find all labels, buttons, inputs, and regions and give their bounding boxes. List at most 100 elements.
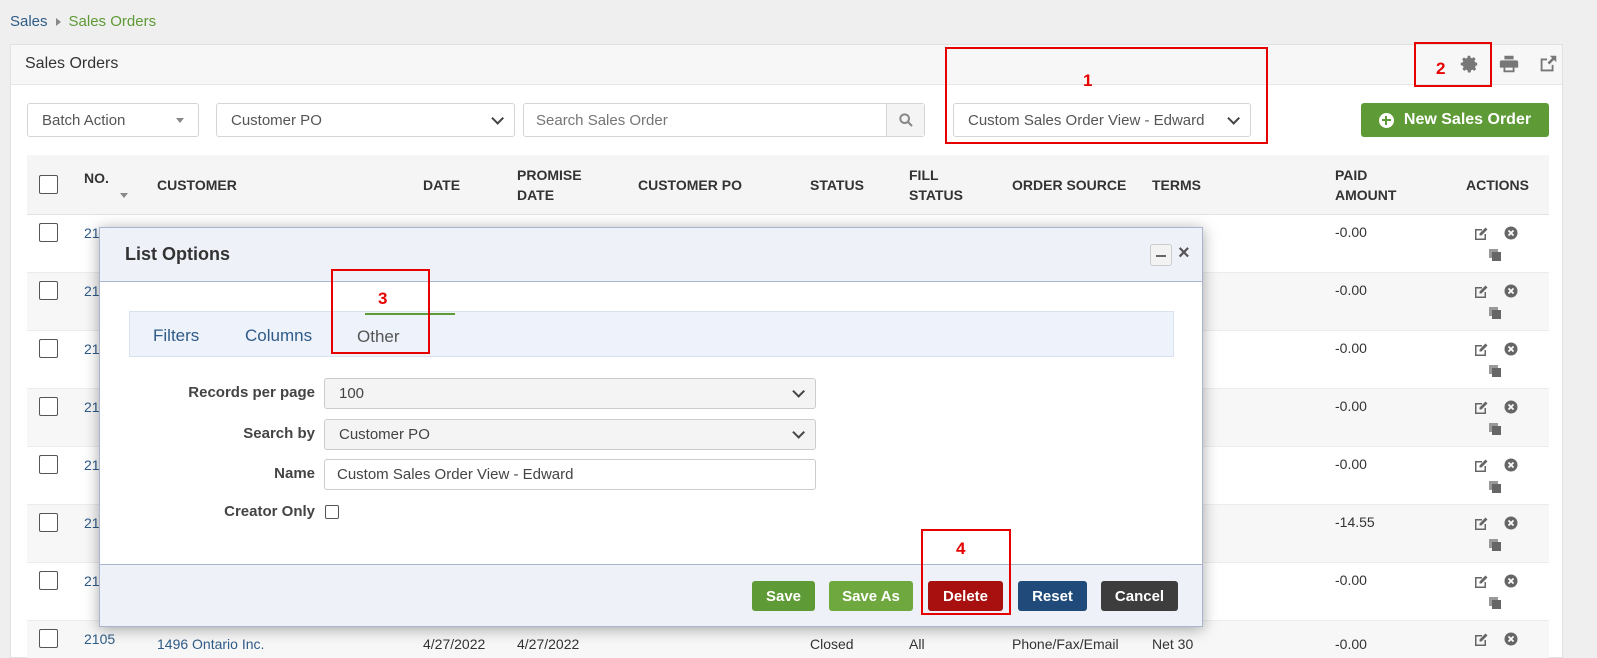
row-checkbox[interactable] [39,339,58,358]
row-checkbox[interactable] [39,281,58,300]
order-number-link[interactable]: 21 [84,341,100,357]
paid-amount: -0.00 [1335,456,1367,472]
chevron-down-icon [491,111,504,125]
paid-amount: -0.00 [1335,398,1367,414]
search-by-field-select[interactable]: Customer PO [324,419,816,450]
row-checkbox[interactable] [39,397,58,416]
header-order-source[interactable]: ORDER SOURCE [1012,175,1126,195]
breadcrumb-current[interactable]: Sales Orders [69,13,157,30]
copy-icon[interactable] [1487,247,1503,263]
order-source: Phone/Fax/Email [1012,636,1119,652]
edit-icon[interactable] [1473,516,1489,532]
order-number-link[interactable]: 21 [84,457,100,473]
header-status[interactable]: STATUS [810,175,864,195]
paid-amount: -0.00 [1335,636,1367,652]
order-number-link[interactable]: 2105 [84,631,115,647]
list-options-dialog: List Options × Filters Columns Other Rec… [99,227,1203,627]
edit-icon[interactable] [1473,342,1489,358]
save-as-button[interactable]: Save As [829,581,913,611]
header-terms[interactable]: TERMS [1152,175,1201,195]
edit-icon[interactable] [1473,284,1489,300]
delete-icon[interactable] [1503,283,1519,299]
row-checkbox[interactable] [39,223,58,242]
annotation-box-2 [1414,42,1492,87]
paid-amount: -0.00 [1335,282,1367,298]
tab-filters[interactable]: Filters [153,326,199,346]
records-per-page-select[interactable]: 100 [324,378,816,409]
terms: Net 30 [1152,636,1194,652]
annotation-number-2: 2 [1436,59,1446,78]
copy-icon[interactable] [1487,595,1503,611]
annotation-number-4: 4 [956,539,966,558]
copy-icon[interactable] [1487,421,1503,437]
order-number-link[interactable]: 21 [84,515,100,531]
copy-icon[interactable] [1487,363,1503,379]
annotation-number-3: 3 [378,289,388,308]
chevron-down-icon [792,385,805,398]
name-label: Name [274,465,315,482]
row-checkbox[interactable] [39,629,58,648]
tab-columns[interactable]: Columns [245,326,312,346]
search-icon [898,113,913,127]
delete-icon[interactable] [1503,631,1519,647]
order-number-link[interactable]: 21 [84,399,100,415]
header-fill-status[interactable]: FILL STATUS [909,165,963,205]
batch-action-label: Batch Action [42,111,126,129]
print-icon[interactable] [1498,53,1524,77]
header-paid-amount[interactable]: PAID AMOUNT [1335,165,1396,205]
breadcrumb-separator-icon [55,17,61,26]
plus-circle-icon [1378,112,1394,128]
header-promise-date[interactable]: PROMISE DATE [517,165,582,205]
name-input[interactable]: Custom Sales Order View - Edward [324,459,816,490]
order-number-link[interactable]: 21 [84,225,100,241]
batch-action-select[interactable]: Batch Action [27,103,199,137]
sort-desc-icon[interactable] [120,193,128,198]
edit-icon[interactable] [1473,574,1489,590]
select-all-checkbox[interactable] [39,175,58,194]
close-icon[interactable]: × [1178,242,1190,265]
copy-icon[interactable] [1487,305,1503,321]
customer-link[interactable]: 1496 Ontario Inc. [157,636,264,652]
edit-icon[interactable] [1473,400,1489,416]
annotation-number-1: 1 [1083,71,1093,90]
creator-only-checkbox[interactable] [325,505,339,519]
reset-button[interactable]: Reset [1018,581,1087,611]
edit-icon[interactable] [1473,632,1489,648]
delete-icon[interactable] [1503,341,1519,357]
panel-header: Sales Orders [11,45,1562,85]
export-icon[interactable] [1537,53,1563,77]
order-number-link[interactable]: 21 [84,283,100,299]
new-sales-order-button[interactable]: New Sales Order [1361,103,1549,137]
search-input[interactable] [524,104,886,136]
delete-icon[interactable] [1503,515,1519,531]
header-promise-date-line1: PROMISE [517,167,582,183]
annotation-box-4 [921,529,1011,615]
delete-icon[interactable] [1503,399,1519,415]
breadcrumb-sales-link[interactable]: Sales [10,13,48,30]
row-checkbox[interactable] [39,455,58,474]
header-customer[interactable]: CUSTOMER [157,175,237,195]
delete-icon[interactable] [1503,573,1519,589]
search-by-select[interactable]: Customer PO [216,103,515,137]
edit-icon[interactable] [1473,458,1489,474]
order-number-link[interactable]: 21 [84,573,100,589]
cancel-button[interactable]: Cancel [1101,581,1178,611]
row-checkbox[interactable] [39,513,58,532]
copy-icon[interactable] [1487,479,1503,495]
caret-down-icon [176,117,184,123]
delete-icon[interactable] [1503,457,1519,473]
copy-icon[interactable] [1487,537,1503,553]
header-date[interactable]: DATE [423,175,460,195]
header-customer-po[interactable]: CUSTOMER PO [638,175,742,195]
minimize-icon[interactable] [1150,244,1172,266]
save-button[interactable]: Save [752,581,815,611]
header-no[interactable]: NO. [84,168,109,188]
row-checkbox[interactable] [39,571,58,590]
paid-amount: -0.00 [1335,572,1367,588]
search-button[interactable] [886,104,924,136]
paid-amount: -0.00 [1335,340,1367,356]
dialog-header: List Options × [100,228,1202,282]
delete-icon[interactable] [1503,225,1519,241]
edit-icon[interactable] [1473,226,1489,242]
search-by-field-value: Customer PO [339,426,430,443]
